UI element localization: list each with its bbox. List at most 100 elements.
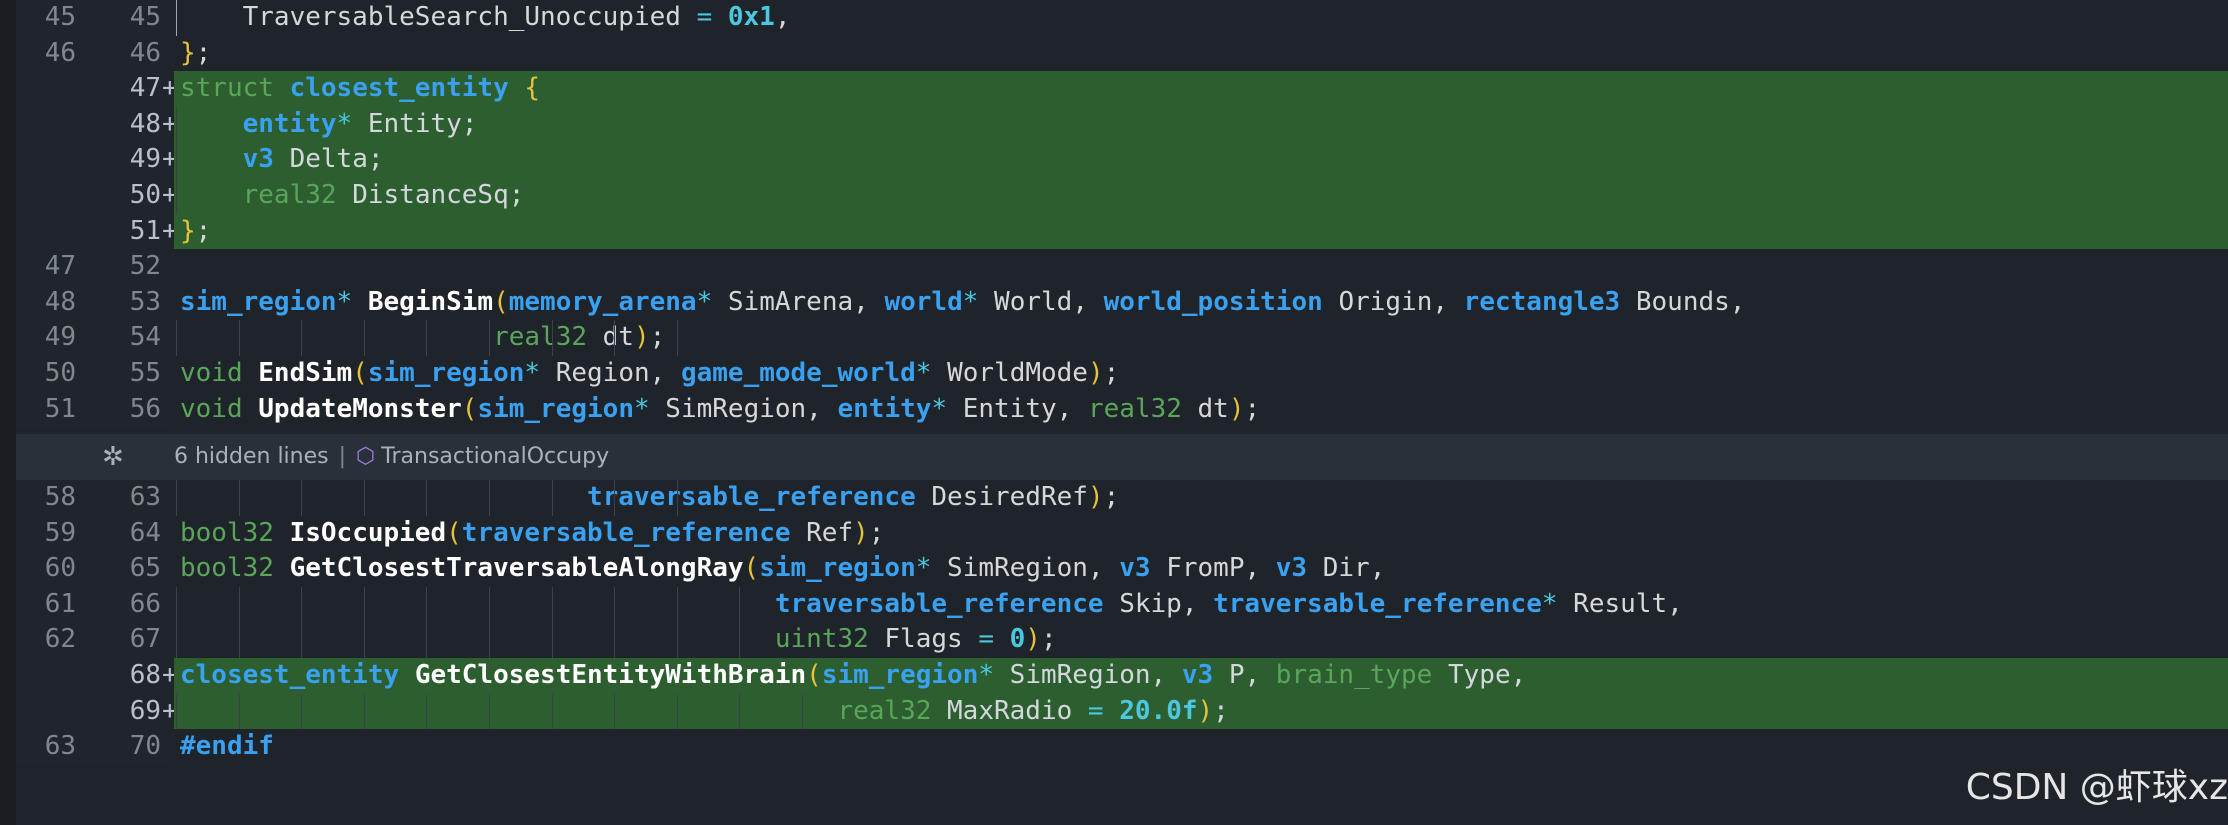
code-line[interactable]: bool32 IsOccupied(traversable_reference … xyxy=(174,516,2228,552)
fold-icon[interactable]: ✲ xyxy=(102,434,124,480)
code-token: * xyxy=(931,393,963,424)
line-gutter: 59 64 xyxy=(16,515,174,552)
code-token: v3 xyxy=(1275,553,1323,584)
code-token: Flags xyxy=(884,624,979,655)
code-token: bool32 xyxy=(180,517,290,548)
indent-guide xyxy=(551,480,553,516)
line-gutter: 61 66 xyxy=(16,586,174,623)
fold-text: 6 hidden lines | ⬡ TransactionalOccupy xyxy=(174,434,609,480)
hidden-lines-fold[interactable]: ✲ 6 hidden lines | ⬡ TransactionalOccupy xyxy=(16,434,2228,480)
code-token: ) xyxy=(1025,624,1041,655)
code-line[interactable]: void UpdateMonster(sim_region* SimRegion… xyxy=(174,392,2228,428)
code-line[interactable]: #endif xyxy=(174,729,2228,765)
indent-guide xyxy=(614,622,616,658)
code-token: Delta; xyxy=(289,144,384,175)
new-line-number: 53 xyxy=(129,286,161,317)
new-line-number: 55 xyxy=(129,358,161,388)
old-line-number: 48 xyxy=(44,286,76,317)
code-line[interactable]: real32 MaxRadio = 20.0f); xyxy=(174,693,2228,730)
code-token: FromP, xyxy=(1166,553,1276,584)
code-token: game_mode_world xyxy=(680,358,916,388)
code-token: ; xyxy=(1244,393,1261,424)
code-line[interactable]: }; xyxy=(174,213,2228,250)
code-line[interactable]: sim_region* BeginSim(memory_arena* SimAr… xyxy=(174,285,2228,321)
indent-guide xyxy=(676,480,678,516)
code-token: * xyxy=(1541,588,1574,619)
indent-guide xyxy=(489,693,490,730)
diff-line: 50 55 void EndSim(sim_region* Region, game… xyxy=(16,356,2228,392)
diff-line: 68 + closest_entity GetClosestEntityWithBr… xyxy=(16,658,2228,694)
indent-guide xyxy=(739,693,741,730)
code-token: sim_region xyxy=(477,393,634,424)
indent-guide xyxy=(426,622,428,658)
code-token: ) xyxy=(1228,393,1245,424)
code-token: rectangle3 xyxy=(1463,286,1636,317)
indent-guide xyxy=(551,622,553,658)
code-line[interactable]: void EndSim(sim_region* Region, game_mod… xyxy=(174,356,2228,392)
indent-guide xyxy=(614,586,616,623)
symbol-name[interactable]: TransactionalOccupy xyxy=(381,444,609,469)
code-token: BeginSim xyxy=(367,286,494,317)
code-token: world xyxy=(884,286,963,317)
code-line[interactable]: entity* Entity; xyxy=(174,106,2228,143)
code-line[interactable] xyxy=(174,249,2228,285)
old-line-number: 45 xyxy=(44,2,76,32)
code-token: 20.0f xyxy=(1119,695,1198,726)
code-token: dt xyxy=(1197,393,1229,424)
code-line[interactable]: traversable_reference Skip, traversable_… xyxy=(174,586,2228,623)
code-token: ; xyxy=(1040,624,1057,655)
code-line[interactable]: v3 Delta; xyxy=(174,142,2228,178)
diff-line: 48 53 sim_region* BeginSim(memory_arena* S… xyxy=(16,284,2228,321)
code-token: void xyxy=(180,358,259,388)
diff-line: 50 + real32 DistanceSq; xyxy=(16,178,2228,214)
code-line[interactable]: closest_entity GetClosestEntityWithBrain… xyxy=(174,658,2228,694)
new-line-number: 68 xyxy=(129,660,161,690)
code-line[interactable]: bool32 GetClosestTraversableAlongRay(sim… xyxy=(174,551,2228,587)
code-line[interactable]: real32 DistanceSq; xyxy=(174,178,2228,214)
code-token: Result, xyxy=(1573,588,1683,619)
code-token: Bounds, xyxy=(1635,286,1746,317)
indent-guide xyxy=(238,480,240,516)
code-token: closest_entity xyxy=(180,660,415,690)
line-gutter: 60 65 xyxy=(16,551,174,587)
code-token: ) xyxy=(853,517,869,548)
code-token: Origin, xyxy=(1338,286,1464,317)
code-token: ; xyxy=(1103,358,1120,388)
indent-guide xyxy=(489,622,490,658)
code-token: IsOccupied xyxy=(289,517,447,548)
code-token: GetClosestEntityWithBrain xyxy=(414,660,807,690)
indent-guide xyxy=(551,320,553,356)
new-line-number: 45 xyxy=(129,2,161,32)
code-token: void xyxy=(180,393,259,424)
old-line-number: 46 xyxy=(44,37,76,68)
diff-line: 46 46}; xyxy=(16,35,2228,72)
line-gutter: 58 63 xyxy=(16,480,174,516)
code-line[interactable]: real32 dt); xyxy=(174,320,2228,356)
code-token: #endif xyxy=(180,731,274,762)
code-token: GetClosestTraversableAlongRay xyxy=(289,553,744,584)
code-line[interactable]: }; xyxy=(174,36,2228,72)
code-token: brain_type xyxy=(1275,660,1448,690)
code-line[interactable]: TraversableSearch_Unoccupied = 0x1, xyxy=(174,0,2228,36)
indent-guide xyxy=(176,586,177,623)
indent-guide xyxy=(363,586,365,623)
indent-guide xyxy=(739,586,741,623)
new-line-number: 69 xyxy=(129,695,161,726)
code-line[interactable]: uint32 Flags = 0); xyxy=(174,622,2228,658)
code-token: { xyxy=(524,73,541,104)
indent-guide xyxy=(676,320,678,356)
code-line[interactable]: traversable_reference DesiredRef); xyxy=(174,480,2228,516)
cube-icon: ⬡ xyxy=(356,444,376,469)
code-line[interactable]: struct closest_entity { xyxy=(174,71,2228,107)
old-line-number: 60 xyxy=(44,553,76,584)
line-gutter: 47 + xyxy=(16,71,178,107)
line-gutter: 48 53 xyxy=(16,284,174,321)
new-line-number: 51 xyxy=(129,215,161,246)
diff-line: 49 + v3 Delta; xyxy=(16,142,2228,178)
indent-guide xyxy=(176,480,177,516)
indent-guide xyxy=(176,320,177,356)
code-token: ) xyxy=(633,322,650,353)
